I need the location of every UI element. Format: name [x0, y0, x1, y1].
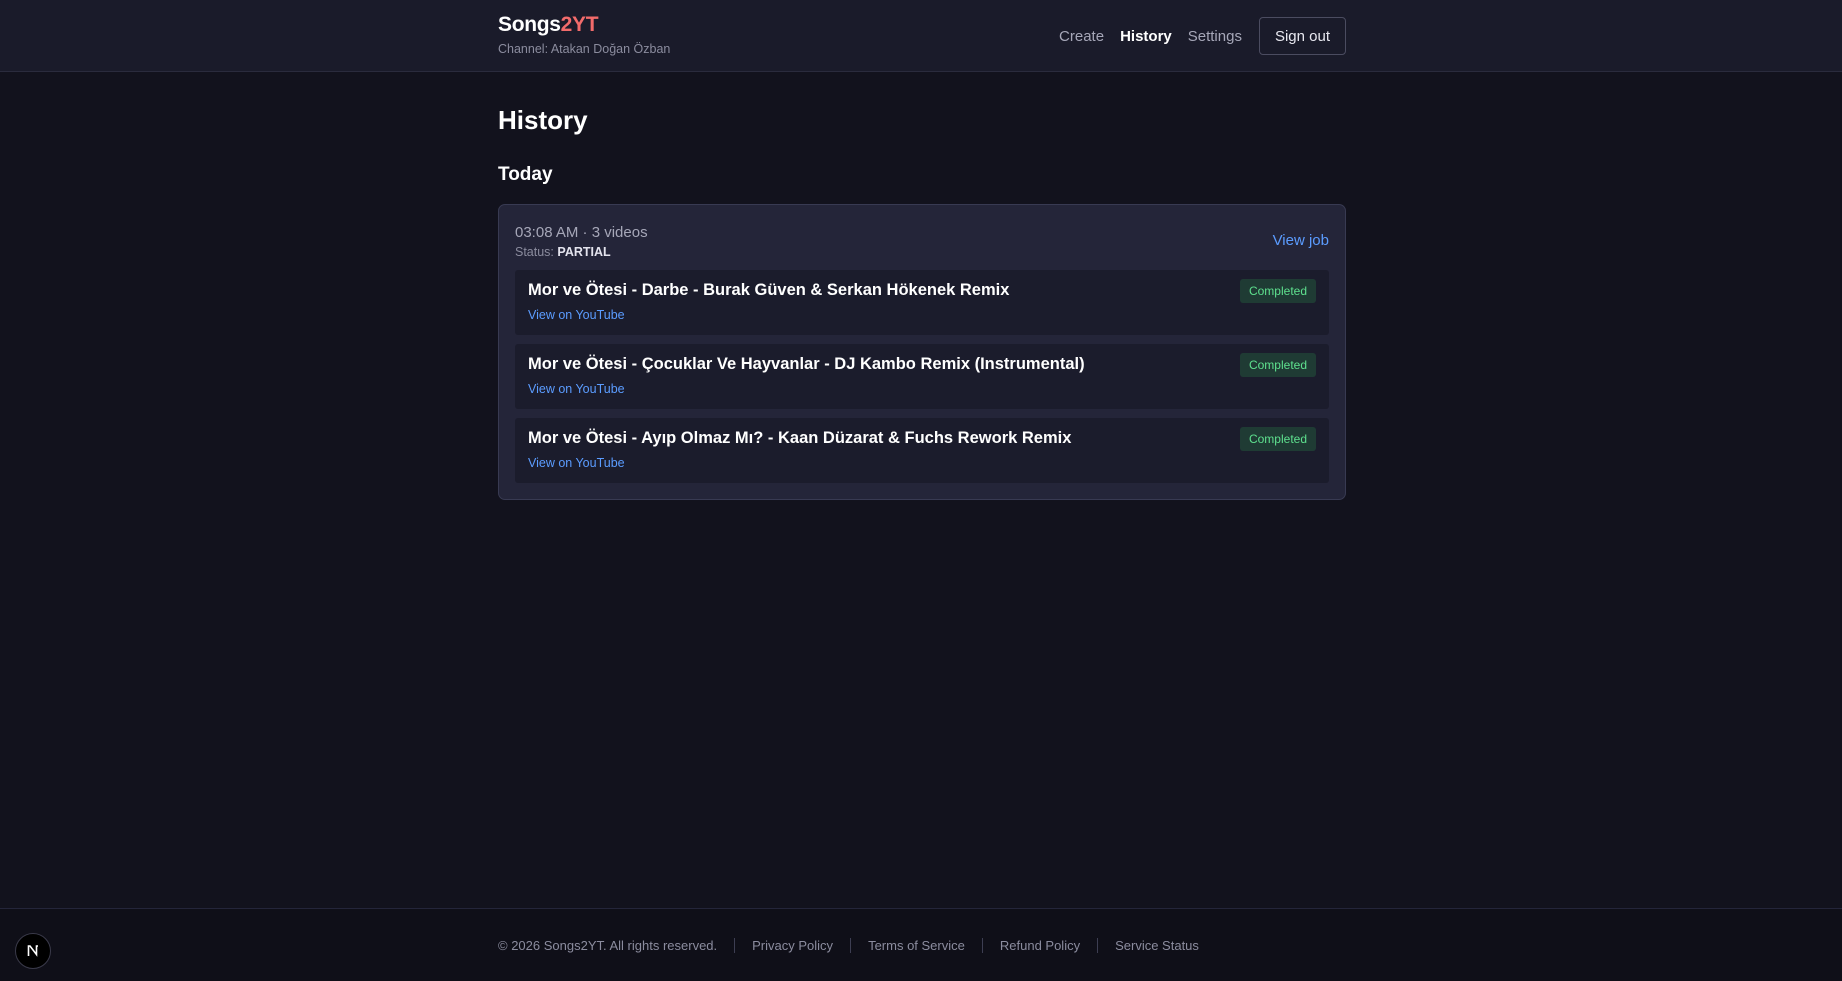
job-meta: 03:08 AM · 3 videos Status: PARTIAL — [515, 224, 648, 259]
nav-create[interactable]: Create — [1059, 28, 1104, 45]
view-on-youtube-link[interactable]: View on YouTube — [528, 456, 625, 470]
section-title-today: Today — [498, 164, 553, 185]
status-badge: Completed — [1239, 427, 1316, 451]
channel-label: Channel: Atakan Doğan Özban — [498, 42, 671, 56]
nav-history[interactable]: History — [1120, 28, 1172, 45]
footer-divider — [850, 937, 852, 953]
footer-divider — [734, 937, 736, 953]
footer-row: © 2026 Songs2YT. All rights reserved. Pr… — [498, 909, 1199, 981]
page-title: History — [498, 105, 588, 135]
main-nav: Create History Settings Sign out — [1043, 0, 1346, 72]
refund-policy-link[interactable]: Refund Policy — [1000, 938, 1080, 953]
brand-logo[interactable]: Songs2YT — [498, 13, 670, 37]
nav-settings[interactable]: Settings — [1188, 28, 1242, 45]
status-badge: Completed — [1239, 353, 1316, 377]
n-logo-icon — [27, 945, 38, 957]
video-title: Mor ve Ötesi - Çocuklar Ve Hayvanlar - D… — [528, 355, 1085, 373]
job-time-summary: 03:08 AM · 3 videos — [515, 224, 648, 241]
brand: Songs2YT Channel: Atakan Doğan Özban — [498, 13, 670, 56]
job-status: Status: PARTIAL — [515, 245, 648, 259]
video-title: Mor ve Ötesi - Ayıp Olmaz Mı? - Kaan Düz… — [528, 429, 1072, 447]
brand-name-accent: 2YT — [560, 13, 599, 36]
footer-divider — [1097, 937, 1099, 953]
video-title: Mor ve Ötesi - Darbe - Burak Güven & Ser… — [528, 281, 1010, 299]
job-status-label: Status: — [515, 245, 554, 259]
sign-out-button[interactable]: Sign out — [1258, 17, 1346, 55]
privacy-policy-link[interactable]: Privacy Policy — [752, 938, 833, 953]
brand-name-main: Songs — [498, 13, 561, 36]
video-item: Mor ve Ötesi - Ayıp Olmaz Mı? - Kaan Düz… — [515, 418, 1329, 483]
job-status-value: PARTIAL — [557, 245, 611, 259]
video-item: Mor ve Ötesi - Çocuklar Ve Hayvanlar - D… — [515, 344, 1329, 409]
view-on-youtube-link[interactable]: View on YouTube — [528, 308, 625, 322]
nextjs-dev-indicator[interactable] — [15, 933, 51, 969]
top-navbar: Songs2YT Channel: Atakan Doğan Özban Cre… — [0, 0, 1842, 72]
service-status-link[interactable]: Service Status — [1115, 938, 1199, 953]
job-card: 03:08 AM · 3 videos Status: PARTIAL View… — [498, 204, 1346, 500]
video-item: Mor ve Ötesi - Darbe - Burak Güven & Ser… — [515, 270, 1329, 335]
copyright-text: © 2026 Songs2YT. All rights reserved. — [498, 937, 718, 953]
footer: © 2026 Songs2YT. All rights reserved. Pr… — [0, 908, 1842, 981]
view-job-link[interactable]: View job — [1273, 232, 1329, 249]
status-badge: Completed — [1239, 279, 1316, 303]
terms-of-service-link[interactable]: Terms of Service — [868, 938, 965, 953]
footer-divider — [981, 937, 983, 953]
view-on-youtube-link[interactable]: View on YouTube — [528, 382, 625, 396]
